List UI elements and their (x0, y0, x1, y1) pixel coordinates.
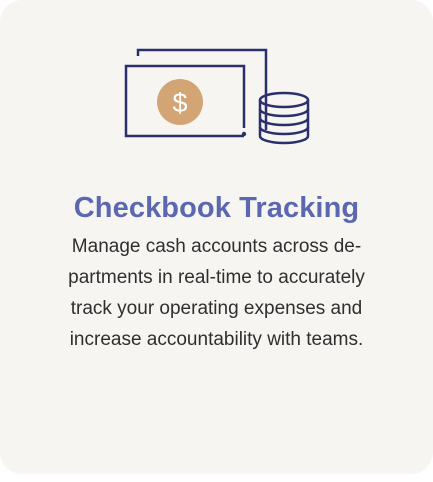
description-line: increase accountability with teams. (69, 329, 364, 350)
description-line: Manage cash accounts across de- (71, 236, 362, 257)
description-line: partments in real-time to accurately (68, 267, 365, 288)
cash-and-coins-icon: $ (124, 48, 310, 145)
card-title: Checkbook Tracking (73, 192, 360, 224)
card-description: Manage cash accounts across de- partment… (50, 231, 383, 355)
description-line: track your operating expenses and (70, 298, 363, 319)
feature-card: $ Checkbook Tracking Manage cash account… (0, 0, 433, 474)
dollar-sign: $ (172, 88, 187, 118)
back-bill-outline (136, 48, 268, 130)
bill-dot (241, 131, 247, 137)
